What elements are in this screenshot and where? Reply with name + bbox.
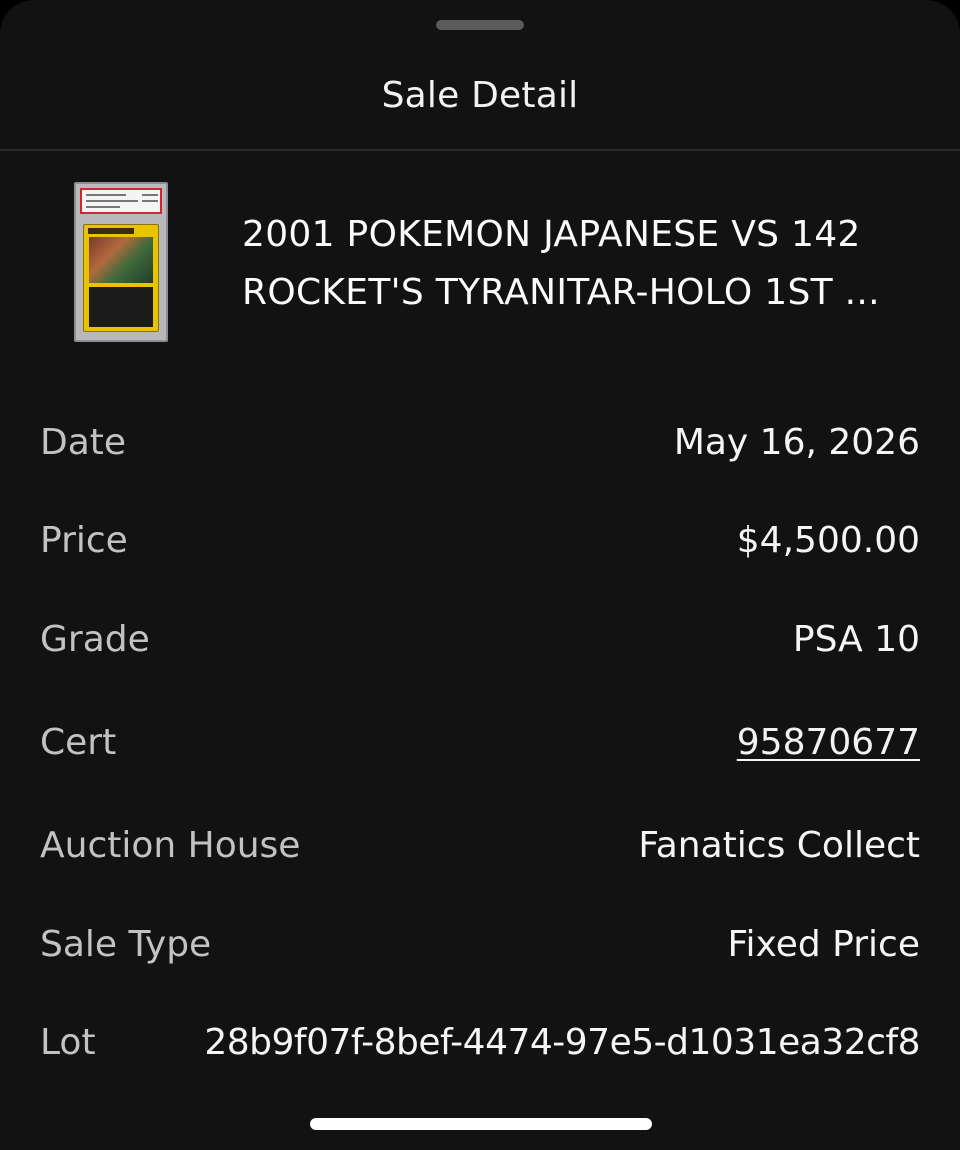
card-text-box bbox=[89, 287, 153, 327]
card-image bbox=[83, 224, 159, 332]
cert-label: Cert bbox=[40, 721, 117, 763]
page-title: Sale Detail bbox=[381, 74, 579, 116]
home-indicator[interactable] bbox=[310, 1118, 652, 1130]
drag-handle-icon[interactable] bbox=[436, 20, 524, 30]
lot-value: 28b9f07f-8bef-4474-97e5-d1031ea32cf8 bbox=[204, 1021, 920, 1063]
grade-value: PSA 10 bbox=[792, 618, 920, 660]
date-value: May 16, 2026 bbox=[673, 421, 920, 463]
sheet-header: Sale Detail bbox=[0, 40, 960, 150]
header-divider bbox=[0, 149, 960, 151]
detail-row-auction-house: Auction House Fanatics Collect bbox=[40, 815, 920, 875]
detail-row-date: Date May 16, 2026 bbox=[40, 412, 920, 472]
lot-label: Lot bbox=[40, 1021, 96, 1063]
detail-row-cert: Cert 95870677 bbox=[40, 712, 920, 772]
auction-house-label: Auction House bbox=[40, 824, 301, 866]
item-title: 2001 POKEMON JAPANESE VS 142 ROCKET'S TY… bbox=[242, 206, 932, 322]
cert-link[interactable]: 95870677 bbox=[737, 722, 920, 763]
detail-row-grade: Grade PSA 10 bbox=[40, 609, 920, 669]
sale-type-label: Sale Type bbox=[40, 923, 212, 965]
grade-label: Grade bbox=[40, 618, 150, 660]
card-artwork bbox=[89, 237, 153, 283]
detail-row-lot: Lot 28b9f07f-8bef-4474-97e5-d1031ea32cf8 bbox=[40, 1012, 920, 1072]
date-label: Date bbox=[40, 421, 127, 463]
card-thumbnail[interactable] bbox=[74, 182, 168, 342]
item-title-line-1: 2001 POKEMON JAPANESE VS 142 bbox=[242, 214, 861, 255]
psa-label bbox=[80, 188, 162, 214]
price-label: Price bbox=[40, 519, 128, 561]
detail-row-price: Price $4,500.00 bbox=[40, 510, 920, 570]
sale-type-value: Fixed Price bbox=[727, 923, 920, 965]
detail-row-sale-type: Sale Type Fixed Price bbox=[40, 914, 920, 974]
sale-detail-sheet: Sale Detail 2001 POKEMON JAPANESE VS 142… bbox=[0, 0, 960, 1150]
auction-house-value: Fanatics Collect bbox=[638, 824, 920, 866]
item-title-line-2: ROCKET'S TYRANITAR-HOLO 1ST ... bbox=[242, 272, 880, 313]
price-value: $4,500.00 bbox=[736, 519, 920, 561]
